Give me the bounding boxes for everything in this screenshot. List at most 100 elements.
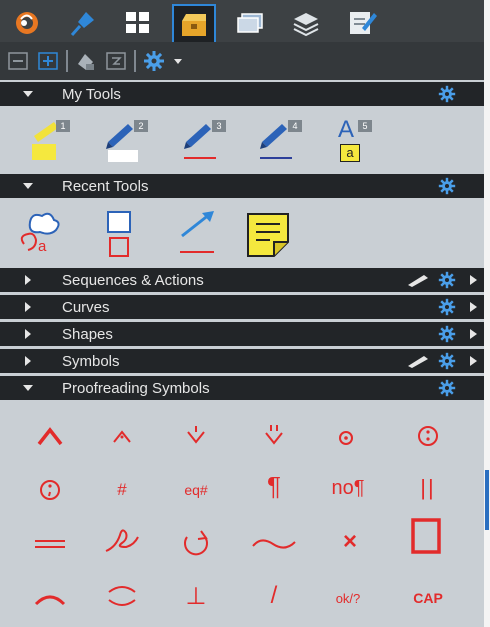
proof-symbol-9[interactable]: eq# — [166, 472, 226, 508]
toolbar-divider — [66, 50, 68, 72]
section-header-recent-tools[interactable]: Recent Tools — [0, 174, 484, 198]
gear-icon[interactable] — [438, 271, 456, 289]
grid-icon — [126, 12, 149, 33]
section-title: Recent Tools — [62, 177, 149, 195]
recent-tool-2[interactable] — [100, 208, 140, 262]
scrollbar-thumb[interactable] — [485, 470, 489, 530]
proof-symbol-22[interactable]: / — [244, 578, 304, 614]
proof-symbol-18[interactable] — [396, 518, 456, 554]
proof-symbol-20[interactable] — [92, 578, 152, 614]
section-header-curves[interactable]: Curves — [0, 295, 484, 319]
gear-icon[interactable] — [438, 379, 456, 397]
my-tool-1[interactable]: 1 — [28, 114, 78, 166]
expand-all-button[interactable] — [36, 49, 60, 73]
proofreading-panel: # eq# ¶ no¶ || × ⊥ / ok/? CAP — [0, 400, 484, 627]
section-header-shapes[interactable]: Shapes — [0, 322, 484, 346]
tool-badge: 5 — [358, 120, 372, 132]
recent-tool-4[interactable] — [244, 210, 294, 260]
proof-symbol-3[interactable] — [166, 418, 226, 454]
pencil-icon[interactable] — [406, 354, 430, 368]
my-tool-5[interactable]: A a 5 — [334, 114, 384, 166]
recent-tools-panel: a — [0, 198, 484, 266]
scroll-edge — [484, 0, 490, 627]
gear-icon[interactable] — [438, 325, 456, 343]
proof-symbol-19[interactable] — [20, 580, 80, 616]
proof-symbol-4[interactable] — [244, 418, 304, 454]
proof-symbol-10[interactable]: ¶ — [244, 468, 304, 504]
proof-symbol-12[interactable]: || — [398, 470, 458, 506]
gear-icon[interactable] — [438, 298, 456, 316]
chevron-right-icon[interactable] — [468, 274, 478, 286]
arrow-line-tool-icon — [180, 211, 214, 253]
tool-chest-toolbar — [0, 42, 484, 80]
tab-pins[interactable] — [60, 4, 104, 42]
my-tool-4[interactable]: 4 — [258, 114, 308, 166]
caret-insert-icon — [37, 427, 63, 446]
proof-symbol-11[interactable]: no¶ — [318, 470, 378, 506]
align-horizontal-icon — [35, 540, 65, 548]
gear-icon[interactable] — [438, 352, 456, 370]
proof-symbol-13[interactable] — [20, 526, 80, 562]
proof-symbol-16[interactable] — [244, 526, 304, 562]
proof-symbol-23[interactable]: ok/? — [318, 580, 378, 616]
section-title: Proofreading Symbols — [62, 379, 210, 397]
close-up-icon — [34, 595, 66, 606]
collapse-all-button[interactable] — [6, 49, 30, 73]
settings-button[interactable] — [142, 49, 166, 73]
proof-symbol-14[interactable] — [92, 522, 152, 558]
chevron-down-icon — [22, 180, 34, 192]
section-header-symbols[interactable]: Symbols — [0, 349, 484, 373]
my-tool-3[interactable]: 3 — [182, 114, 232, 166]
lock-tools-icon — [78, 54, 94, 70]
acrobat-logo-icon — [16, 12, 38, 34]
chevron-right-icon[interactable] — [468, 301, 478, 313]
close-space-icon — [108, 586, 136, 606]
proof-symbol-17[interactable]: × — [320, 524, 380, 560]
proof-symbol-6[interactable] — [398, 418, 458, 454]
proof-symbol-8[interactable]: # — [92, 472, 152, 508]
recent-tool-3[interactable] — [176, 208, 220, 262]
insert-colon-icon — [418, 426, 438, 446]
gear-icon[interactable] — [438, 177, 456, 195]
chevron-right-icon[interactable] — [468, 355, 478, 367]
section-header-proofreading-symbols[interactable]: Proofreading Symbols — [0, 376, 484, 400]
text-box-tool-letter: A — [338, 116, 355, 143]
transpose-wavy-icon — [252, 539, 296, 549]
chevron-right-icon — [22, 301, 34, 313]
proof-symbol-7[interactable] — [20, 472, 80, 508]
proof-symbol-21[interactable]: ⊥ — [166, 578, 226, 614]
section-header-my-tools[interactable]: My Tools — [0, 82, 484, 106]
section-title: Curves — [62, 298, 110, 316]
tool-badge: 2 — [134, 120, 148, 132]
chevron-right-icon[interactable] — [468, 328, 478, 340]
proof-symbol-1[interactable] — [20, 418, 80, 454]
tab-layers[interactable] — [228, 4, 272, 42]
insert-semicolon-icon — [40, 480, 60, 500]
insert-apostrophe-icon — [187, 426, 205, 444]
section-title: My Tools — [62, 85, 121, 103]
lock-tool-button[interactable] — [74, 49, 98, 73]
pencil-icon[interactable] — [406, 273, 430, 287]
recent-tool-1[interactable]: a — [14, 208, 70, 262]
chevron-down-icon — [174, 59, 182, 64]
proof-symbol-15[interactable] — [166, 524, 226, 560]
proof-symbol-24[interactable]: CAP — [398, 580, 458, 616]
proof-symbol-2[interactable] — [92, 418, 152, 454]
collapse-all-icon — [8, 52, 28, 70]
tool-badge: 3 — [212, 120, 226, 132]
properties-button[interactable] — [104, 49, 128, 73]
tab-tool-chest[interactable] — [172, 4, 216, 42]
settings-dropdown-button[interactable] — [172, 49, 184, 73]
delete-mark-icon — [105, 529, 139, 552]
tab-stack[interactable] — [284, 4, 328, 42]
tab-notes[interactable] — [340, 4, 384, 42]
tab-grid[interactable] — [116, 4, 160, 42]
section-header-sequences-actions[interactable]: Sequences & Actions — [0, 268, 484, 292]
gear-icon[interactable] — [438, 85, 456, 103]
tool-badge: 4 — [288, 120, 302, 132]
section-title: Shapes — [62, 325, 113, 343]
proof-symbol-5[interactable] — [316, 418, 376, 454]
tool-chest-icon — [182, 14, 206, 36]
tab-acrobat[interactable] — [4, 4, 48, 42]
my-tool-2[interactable]: 2 — [104, 114, 154, 166]
